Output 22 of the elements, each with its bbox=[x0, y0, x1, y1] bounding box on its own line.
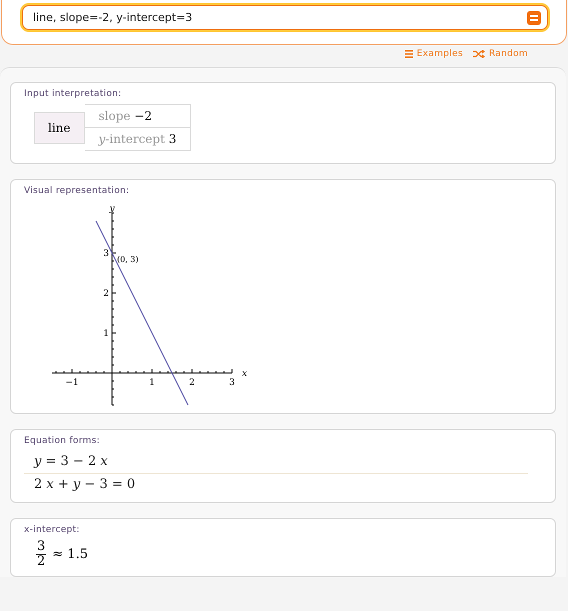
interpretation-head: line bbox=[34, 112, 85, 144]
search-field[interactable]: line, slope=-2, y-intercept=3 bbox=[22, 5, 548, 30]
equation: y = 3 − 2 x bbox=[24, 451, 528, 474]
pod-title: Input interpretation: bbox=[24, 89, 123, 99]
tick-label: 3 bbox=[229, 378, 235, 388]
point-label: (0, 3) bbox=[117, 255, 139, 264]
tick-label: 1 bbox=[103, 329, 109, 339]
pod-title: x-intercept: bbox=[24, 525, 81, 535]
tick-label: −1 bbox=[65, 378, 79, 388]
tick-label: 1 bbox=[149, 378, 155, 388]
pod-title: Equation forms: bbox=[24, 436, 101, 446]
tick-label: 3 bbox=[103, 249, 109, 259]
axis-label: y bbox=[109, 204, 115, 214]
fraction: 3 2 bbox=[36, 540, 46, 570]
tick-label: 2 bbox=[103, 289, 109, 299]
pod-title: Visual representation: bbox=[24, 186, 130, 196]
equation: 2 x + y − 3 = 0 bbox=[33, 476, 136, 494]
interpretation-row: y-intercept 3 bbox=[84, 127, 190, 150]
approximation: ≈ 1.5 bbox=[52, 547, 88, 562]
interpretation-row-text: slope −2 bbox=[98, 108, 154, 125]
axis-label: x bbox=[242, 369, 248, 379]
tick-label: 2 bbox=[189, 378, 195, 388]
